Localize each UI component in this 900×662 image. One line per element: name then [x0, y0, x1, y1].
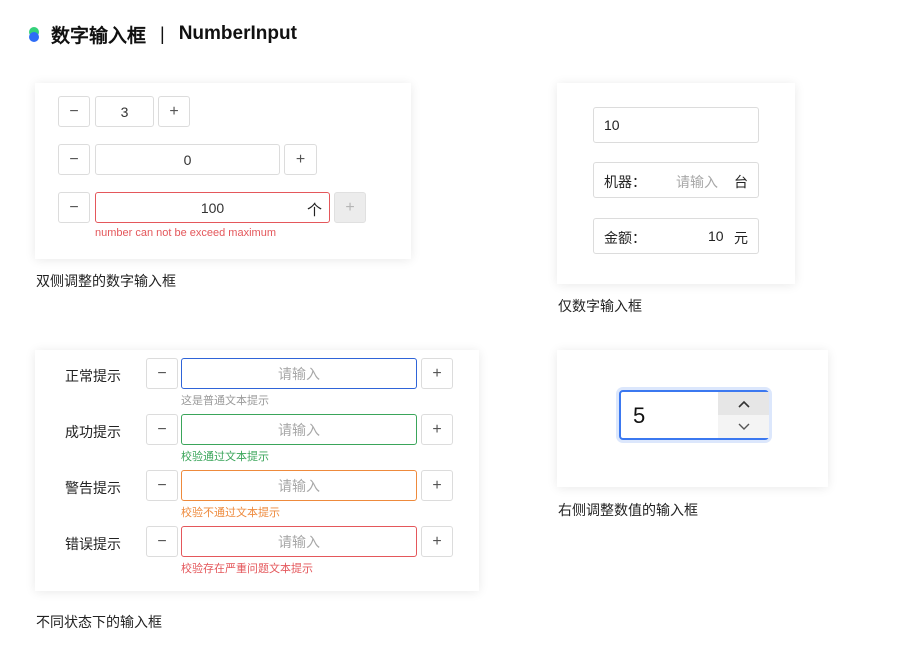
status-hint: 校验通过文本提示	[181, 451, 269, 463]
decrement-button[interactable]: −	[146, 358, 178, 389]
spinner-up-button[interactable]	[718, 392, 769, 415]
number-only-input[interactable]: 10	[593, 107, 759, 143]
title-separator: |	[160, 23, 165, 44]
increment-button[interactable]: +	[158, 96, 190, 127]
decrement-button[interactable]: −	[146, 470, 178, 501]
increment-button[interactable]: +	[421, 358, 453, 389]
status-input[interactable]: 请输入	[181, 470, 417, 501]
status-hint: 校验不通过文本提示	[181, 507, 280, 519]
status-label: 成功提示	[65, 424, 121, 440]
machine-placeholder: 请输入	[676, 174, 718, 190]
status-input[interactable]: 请输入	[181, 414, 417, 445]
number-input-error[interactable]: 100 个	[95, 192, 330, 223]
decrement-button[interactable]: −	[58, 96, 90, 127]
increment-button[interactable]: +	[421, 470, 453, 501]
amount-unit: 元	[734, 230, 748, 246]
page-subtitle: NumberInput	[178, 23, 297, 44]
number-input[interactable]: 3	[95, 96, 154, 127]
machine-label: 机器：	[604, 174, 646, 190]
status-input[interactable]: 请输入	[181, 358, 417, 389]
increment-button[interactable]: +	[284, 144, 317, 175]
page-header: 数字输入框 | NumberInput	[29, 22, 297, 47]
increment-button-disabled[interactable]: +	[334, 192, 366, 223]
status-label: 错误提示	[65, 536, 121, 552]
status-input[interactable]: 请输入	[181, 526, 417, 557]
brand-dot-icon	[29, 26, 39, 42]
unit-suffix: 个	[306, 202, 322, 219]
page-title: 数字输入框	[51, 25, 147, 47]
number-input[interactable]: 0	[95, 144, 280, 175]
amount-input[interactable]: 金额： 10 元	[593, 218, 759, 254]
chevron-down-icon	[738, 423, 749, 430]
amount-value: 10	[708, 228, 724, 244]
increment-button[interactable]: +	[421, 414, 453, 445]
section-caption: 仅数字输入框	[558, 298, 642, 314]
spinner-down-button[interactable]	[718, 415, 769, 438]
spinner-input[interactable]: 5	[619, 390, 769, 440]
decrement-button[interactable]: −	[146, 414, 178, 445]
machine-input[interactable]: 机器： 请输入 台	[593, 162, 759, 198]
decrement-button[interactable]: −	[58, 144, 90, 175]
amount-label: 金额：	[604, 230, 646, 246]
status-label: 警告提示	[65, 480, 121, 496]
status-label: 正常提示	[65, 368, 121, 384]
status-hint: 校验存在严重问题文本提示	[181, 563, 313, 575]
section-caption: 右侧调整数值的输入框	[558, 502, 698, 518]
increment-button[interactable]: +	[421, 526, 453, 557]
decrement-button[interactable]: −	[146, 526, 178, 557]
chevron-up-icon	[737, 400, 750, 408]
section-caption: 双侧调整的数字输入框	[36, 273, 176, 289]
section-caption: 不同状态下的输入框	[36, 614, 162, 630]
spinner-value: 5	[633, 403, 646, 428]
error-message: number can not be exceed maximum	[95, 227, 276, 239]
status-hint: 这是普通文本提示	[181, 395, 269, 407]
machine-unit: 台	[734, 174, 748, 190]
decrement-button[interactable]: −	[58, 192, 90, 223]
